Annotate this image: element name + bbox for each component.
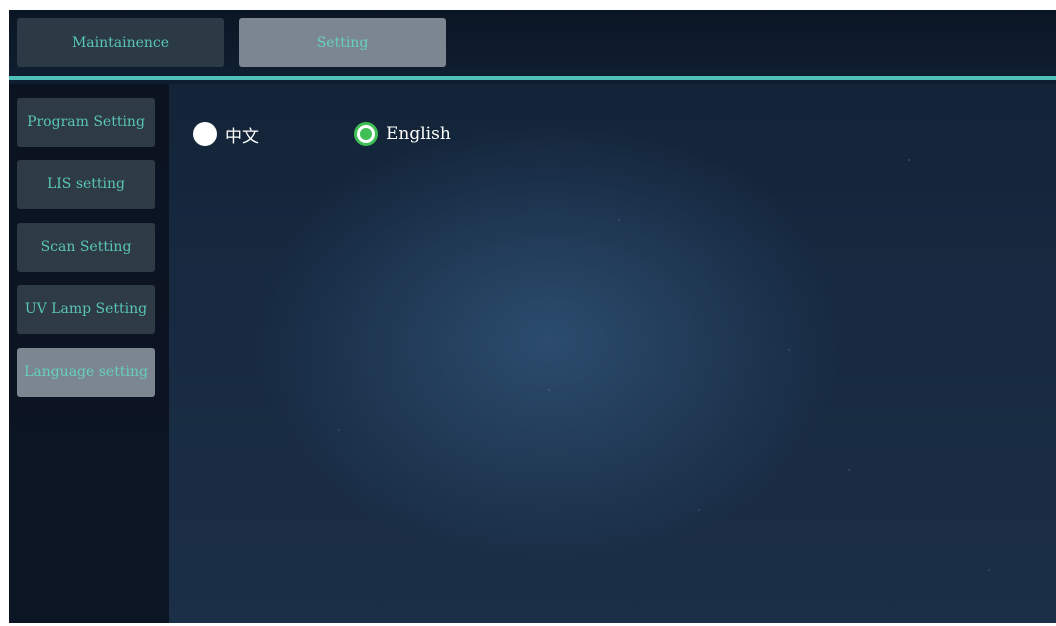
app-screen: Maintainence Setting Program Setting LIS… bbox=[9, 10, 1056, 623]
sidebar-item-language-setting[interactable]: Language setting bbox=[17, 348, 155, 397]
sidebar-item-label: LIS setting bbox=[46, 176, 126, 192]
language-option-label: 中文 bbox=[225, 126, 259, 147]
tab-maintenance[interactable]: Maintainence bbox=[17, 18, 224, 67]
sidebar-item-label: UV Lamp Setting bbox=[24, 301, 148, 317]
radio-unselected-icon[interactable] bbox=[193, 122, 217, 146]
radio-dot-icon bbox=[360, 128, 372, 140]
sidebar-item-label: Program Setting bbox=[27, 114, 145, 130]
sidebar-item-label: Language setting bbox=[24, 364, 148, 380]
tab-setting-label: Setting bbox=[316, 34, 369, 51]
language-option-label: English bbox=[386, 124, 451, 144]
settings-sidebar: Program Setting LIS setting Scan Setting… bbox=[9, 84, 169, 623]
language-settings-panel: 中文 English bbox=[169, 84, 1056, 623]
language-option-english[interactable]: English bbox=[354, 119, 451, 149]
sidebar-item-uv-lamp-setting[interactable]: UV Lamp Setting bbox=[17, 285, 155, 334]
sidebar-item-label: Scan Setting bbox=[40, 239, 132, 255]
tab-maintenance-label: Maintainence bbox=[71, 34, 170, 51]
tab-setting[interactable]: Setting bbox=[239, 18, 446, 67]
sidebar-item-scan-setting[interactable]: Scan Setting bbox=[17, 223, 155, 272]
sidebar-item-program-setting[interactable]: Program Setting bbox=[17, 98, 155, 147]
radio-selected-icon[interactable] bbox=[354, 122, 378, 146]
header-divider bbox=[9, 76, 1056, 80]
top-bar: Maintainence Setting bbox=[9, 10, 1056, 74]
sidebar-item-lis-setting[interactable]: LIS setting bbox=[17, 160, 155, 209]
language-option-chinese[interactable]: 中文 bbox=[193, 119, 259, 149]
